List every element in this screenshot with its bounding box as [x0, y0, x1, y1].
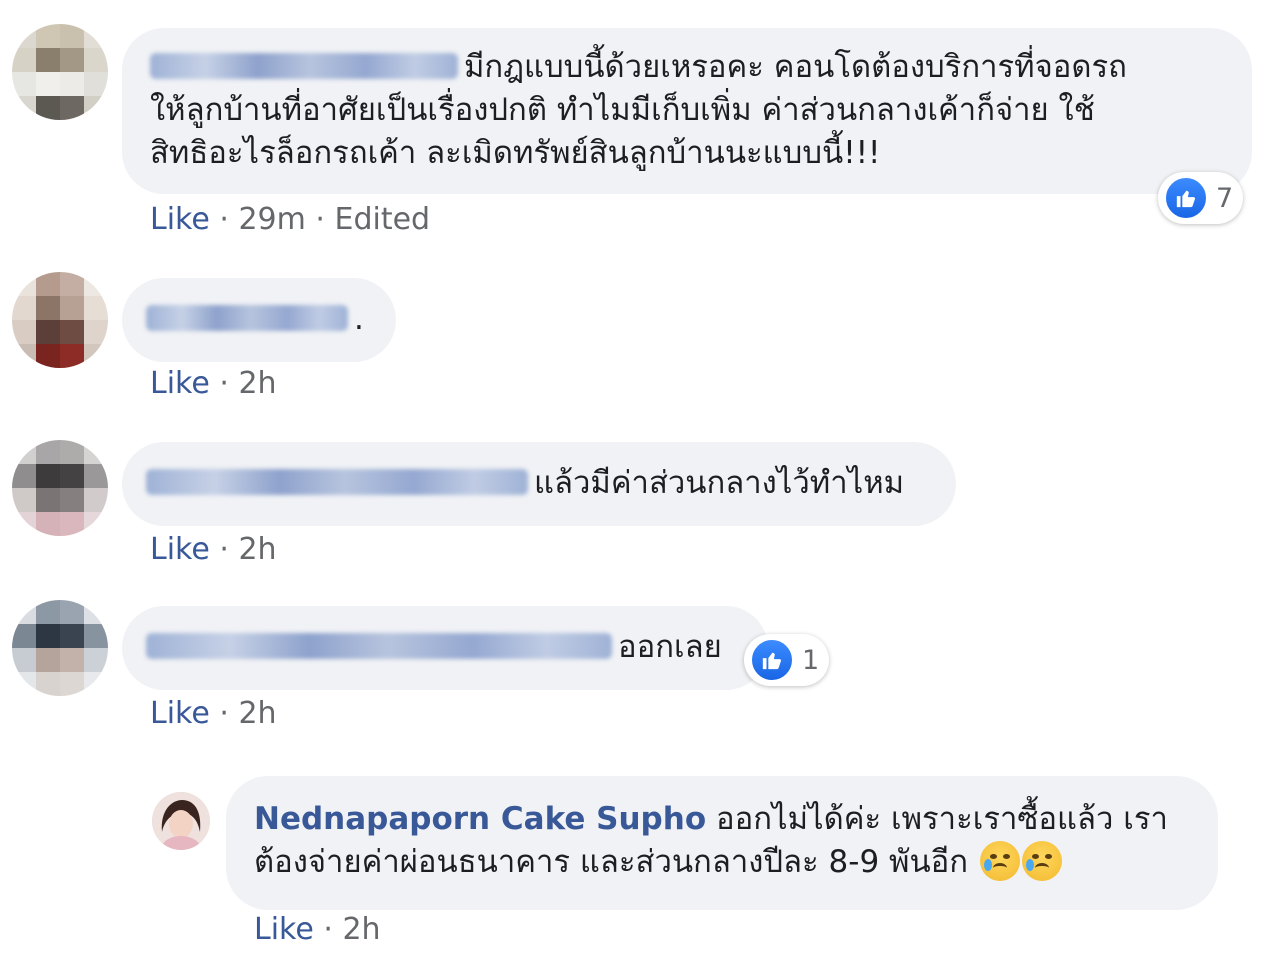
- avatar[interactable]: [12, 600, 108, 696]
- like-link[interactable]: Like: [254, 912, 314, 947]
- timestamp[interactable]: 29m: [238, 202, 305, 237]
- reaction-count: 1: [802, 644, 820, 676]
- like-thumb-icon: [750, 638, 794, 682]
- timestamp[interactable]: 2h: [238, 366, 276, 401]
- timestamp[interactable]: 2h: [342, 912, 380, 947]
- comment-text: แล้วมีค่าส่วนกลางไว้ทำไหม: [534, 465, 905, 501]
- avatar[interactable]: [12, 440, 108, 536]
- comment-meta: Like · 29m · Edited: [150, 202, 431, 237]
- like-thumb-icon: [1164, 176, 1208, 220]
- avatar[interactable]: [12, 272, 108, 368]
- comment-bubble: แล้วมีค่าส่วนกลางไว้ทำไหม: [122, 442, 956, 526]
- author-name-blurred[interactable]: [146, 632, 612, 659]
- reply-bubble: Nednapaporn Cake Supho ออกไม่ได้ค่ะ เพรา…: [226, 776, 1218, 910]
- avatar[interactable]: [12, 24, 108, 120]
- comment-text: สิทธิอะไรล็อกรถเค้า ละเมิดทรัพย์สินลูกบ้…: [150, 135, 881, 171]
- crying-face-emoji: [979, 840, 1020, 881]
- like-link[interactable]: Like: [150, 366, 210, 401]
- like-link[interactable]: Like: [150, 202, 210, 237]
- reaction-badge[interactable]: 1: [744, 634, 830, 686]
- comment-bubble: ออกเลย: [122, 606, 768, 690]
- comment-text: ให้ลูกบ้านที่อาศัยเป็นเรื่องปกติ ทำไมมีเ…: [150, 92, 1095, 128]
- reply-text: ออกไม่ได้ค่ะ เพราะเราซื้อแล้ว เรา: [715, 801, 1168, 837]
- comment-bubble: .: [122, 278, 396, 362]
- comment-text: ออกเลย: [618, 629, 722, 665]
- author-name-blurred[interactable]: [146, 304, 348, 331]
- comment-text: .: [354, 301, 364, 337]
- author-name-blurred[interactable]: [146, 468, 528, 495]
- author-name-blurred[interactable]: [150, 52, 458, 79]
- reply-text: ต้องจ่ายค่าผ่อนธนาคาร และส่วนกลางปีละ 8-…: [254, 844, 969, 880]
- comment-bubble: มีกฎแบบนี้ด้วยเหรอคะ คอนโดต้องบริการที่จ…: [122, 28, 1252, 194]
- reply-avatar[interactable]: [152, 792, 210, 850]
- timestamp[interactable]: 2h: [238, 532, 276, 567]
- crying-face-emoji: [1021, 840, 1062, 881]
- reply-meta: Like · 2h: [254, 912, 381, 947]
- reaction-count: 7: [1216, 182, 1234, 214]
- comment-meta: Like · 2h: [150, 532, 277, 567]
- edited-label[interactable]: Edited: [335, 202, 431, 237]
- like-link[interactable]: Like: [150, 696, 210, 731]
- timestamp[interactable]: 2h: [238, 696, 276, 731]
- like-link[interactable]: Like: [150, 532, 210, 567]
- reply-author-name[interactable]: Nednapaporn Cake Supho: [254, 801, 706, 837]
- reaction-badge[interactable]: 7: [1158, 172, 1244, 224]
- comment-text: มีกฎแบบนี้ด้วยเหรอคะ คอนโดต้องบริการที่จ…: [464, 49, 1127, 85]
- comment-meta: Like · 2h: [150, 696, 277, 731]
- comment-meta: Like · 2h: [150, 366, 277, 401]
